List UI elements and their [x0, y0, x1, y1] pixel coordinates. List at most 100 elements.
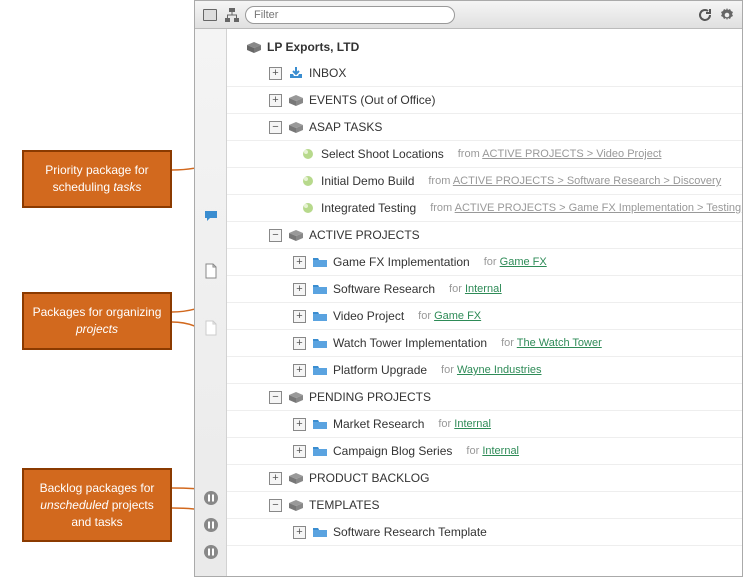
templates-label: TEMPLATES	[309, 498, 379, 512]
tree-row-asap[interactable]: − ASAP TASKS	[227, 114, 742, 141]
project-client[interactable]: for Internal	[449, 283, 502, 295]
package-icon	[287, 496, 305, 514]
comment-icon[interactable]	[202, 207, 220, 225]
package-icon	[245, 38, 263, 56]
expander-icon[interactable]: +	[293, 337, 306, 350]
project-name: Platform Upgrade	[333, 363, 427, 377]
hierarchy-icon[interactable]	[223, 6, 241, 24]
expander-icon[interactable]: +	[293, 418, 306, 431]
expander-icon[interactable]: +	[293, 445, 306, 458]
task-breadcrumb: from ACTIVE PROJECTS > Software Research…	[428, 175, 721, 187]
ball-icon	[299, 172, 317, 190]
expander-icon[interactable]: +	[293, 364, 306, 377]
expander-icon[interactable]: +	[293, 283, 306, 296]
folder-icon	[311, 523, 329, 541]
inbox-label: INBOX	[309, 66, 346, 80]
project-name: Watch Tower Implementation	[333, 336, 487, 350]
task-name: Initial Demo Build	[321, 174, 414, 188]
project-name: Campaign Blog Series	[333, 444, 452, 458]
backlog-label: PRODUCT BACKLOG	[309, 471, 429, 485]
tree-row-task[interactable]: Initial Demo Build from ACTIVE PROJECTS …	[227, 168, 742, 195]
task-name: Select Shoot Locations	[321, 147, 444, 161]
expander-icon[interactable]: +	[293, 526, 306, 539]
task-name: Integrated Testing	[321, 201, 416, 215]
pause-icon[interactable]	[202, 516, 220, 534]
refresh-icon[interactable]	[696, 6, 714, 24]
callout-priority: Priority package for scheduling tasks	[22, 150, 172, 208]
collapse-icon[interactable]: −	[269, 229, 282, 242]
tree-row-project[interactable]: + Market Research for Internal	[227, 411, 742, 438]
project-name: Video Project	[333, 309, 404, 323]
search-input[interactable]	[245, 6, 455, 24]
tree-row-project[interactable]: + Watch Tower Implementation for The Wat…	[227, 330, 742, 357]
tree-row-project[interactable]: + Game FX Implementation for Game FX	[227, 249, 742, 276]
project-client[interactable]: for Game FX	[418, 310, 481, 322]
expander-icon[interactable]: +	[269, 94, 282, 107]
callout-backlog: Backlog packages for unscheduled project…	[22, 468, 172, 542]
folder-icon	[311, 361, 329, 379]
expander-icon[interactable]: +	[269, 472, 282, 485]
tree-row-project[interactable]: + Platform Upgrade for Wayne Industries	[227, 357, 742, 384]
pending-label: PENDING PROJECTS	[309, 390, 431, 404]
expander-icon[interactable]: +	[293, 310, 306, 323]
folder-icon	[311, 307, 329, 325]
folder-icon	[311, 253, 329, 271]
tree-row-task[interactable]: Integrated Testing from ACTIVE PROJECTS …	[227, 195, 742, 222]
project-panel: LP Exports, LTD + INBOX +	[194, 0, 743, 577]
project-client[interactable]: for Internal	[466, 445, 519, 457]
tree-row-template[interactable]: + Software Research Template	[227, 519, 742, 546]
package-icon	[287, 388, 305, 406]
note-icon[interactable]	[202, 262, 220, 280]
tree-row-templates[interactable]: − TEMPLATES	[227, 492, 742, 519]
project-client[interactable]: for Internal	[438, 418, 491, 430]
ball-icon	[299, 199, 317, 217]
document-icon[interactable]	[202, 319, 220, 337]
collapse-icon[interactable]: −	[269, 499, 282, 512]
asap-label: ASAP TASKS	[309, 120, 382, 134]
gear-icon[interactable]	[718, 6, 736, 24]
expander-icon[interactable]: +	[293, 256, 306, 269]
expander-icon[interactable]: +	[269, 67, 282, 80]
collapse-icon[interactable]: −	[269, 121, 282, 134]
package-icon	[287, 118, 305, 136]
tree-row-events[interactable]: + EVENTS (Out of Office)	[227, 87, 742, 114]
template-name: Software Research Template	[333, 525, 487, 539]
tree-row-backlog[interactable]: + PRODUCT BACKLOG	[227, 465, 742, 492]
project-client[interactable]: for The Watch Tower	[501, 337, 602, 349]
tree-row-pending[interactable]: − PENDING PROJECTS	[227, 384, 742, 411]
panel-view-icon[interactable]	[201, 6, 219, 24]
task-breadcrumb: from ACTIVE PROJECTS > Game FX Implement…	[430, 202, 741, 214]
events-label: EVENTS (Out of Office)	[309, 93, 435, 107]
pause-icon[interactable]	[202, 543, 220, 561]
annotation-callouts: Priority package for scheduling tasks Pa…	[0, 0, 194, 577]
package-icon	[287, 469, 305, 487]
folder-icon	[311, 334, 329, 352]
project-name: Game FX Implementation	[333, 255, 470, 269]
folder-icon	[311, 280, 329, 298]
package-icon	[287, 226, 305, 244]
project-name: Market Research	[333, 417, 424, 431]
tree-row-inbox[interactable]: + INBOX	[227, 60, 742, 87]
tree-row-project[interactable]: + Software Research for Internal	[227, 276, 742, 303]
panel-toolbar	[195, 1, 742, 29]
project-client[interactable]: for Wayne Industries	[441, 364, 541, 376]
dock-column	[195, 29, 227, 576]
tree-row-project[interactable]: + Campaign Blog Series for Internal	[227, 438, 742, 465]
tree-root[interactable]: LP Exports, LTD	[227, 33, 742, 60]
folder-icon	[311, 415, 329, 433]
active-label: ACTIVE PROJECTS	[309, 228, 420, 242]
task-breadcrumb: from ACTIVE PROJECTS > Video Project	[458, 148, 662, 160]
pause-icon[interactable]	[202, 489, 220, 507]
project-client[interactable]: for Game FX	[484, 256, 547, 268]
ball-icon	[299, 145, 317, 163]
project-name: Software Research	[333, 282, 435, 296]
collapse-icon[interactable]: −	[269, 391, 282, 404]
tree-row-project[interactable]: + Video Project for Game FX	[227, 303, 742, 330]
inbox-icon	[287, 64, 305, 82]
company-label: LP Exports, LTD	[267, 40, 359, 54]
tree-row-active[interactable]: − ACTIVE PROJECTS	[227, 222, 742, 249]
callout-organize: Packages for organizing projects	[22, 292, 172, 350]
package-icon	[287, 91, 305, 109]
folder-icon	[311, 442, 329, 460]
tree-row-task[interactable]: Select Shoot Locations from ACTIVE PROJE…	[227, 141, 742, 168]
